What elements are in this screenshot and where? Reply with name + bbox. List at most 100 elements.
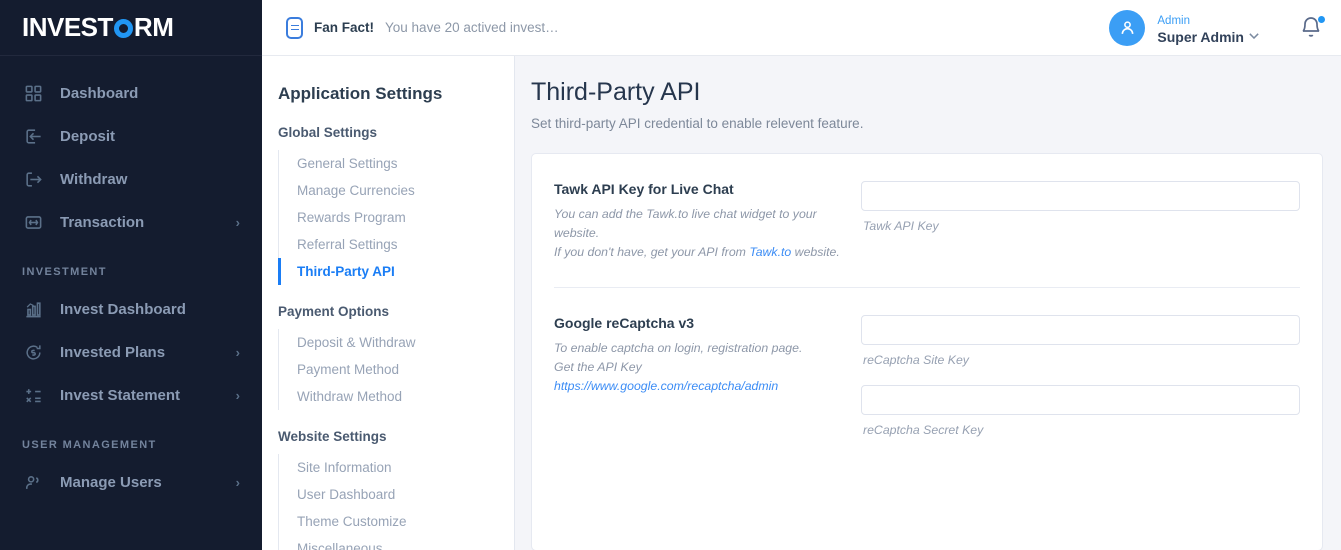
sidebar-caption-investment: INVESTMENT [22,266,107,278]
sidebar-item-label: Deposit [60,128,116,145]
settings-group-items-global: General Settings Manage Currencies Rewar… [278,150,514,285]
settings-group-title-payment: Payment Options [278,304,390,319]
sidebar-item-invest-dashboard[interactable]: Invest Dashboard [0,288,262,331]
recaptcha-help-line2-pre: Get the API Key [554,360,642,374]
deposit-icon [22,126,44,148]
tawk-api-field-group: Tawk API Key [861,181,1300,262]
app-root: INVEST RM Dashboard Deposit Withdraw Tra… [0,0,1341,550]
sidebar-item-label: Invested Plans [60,344,166,361]
recaptcha-site-key-caption: reCaptcha Site Key [863,353,969,367]
recaptcha-admin-link[interactable]: https://www.google.com/recaptcha/admin [554,379,778,393]
sidebar-item-label: Invest Dashboard [60,301,186,318]
recaptcha-site-key-input[interactable] [861,315,1300,345]
settings-group-items-website: Site Information User Dashboard Theme Cu… [278,454,514,550]
sidebar-item-label: Invest Statement [60,387,181,404]
transaction-icon [22,212,44,234]
chevron-right-icon: › [235,215,240,230]
chevron-right-icon: › [235,475,240,490]
main-content: Third-Party API Set third-party API cred… [515,56,1341,550]
user-meta: Admin Super Admin [1157,10,1259,46]
content-area: Fan Fact! You have 20 actived invest… Ad… [262,0,1341,550]
sidebar-item-label: Dashboard [60,85,139,102]
chevron-down-icon [1249,31,1259,43]
withdraw-icon [22,169,44,191]
settings-item-third-party-api[interactable]: Third-Party API [278,258,514,285]
recaptcha-help-line1: To enable captcha on login, registration… [554,341,803,355]
brand-logo: INVEST RM [22,12,174,43]
tawk-api-description: Tawk API Key for Live Chat You can add t… [554,181,861,262]
chevron-right-icon: › [235,345,240,360]
avatar [1109,9,1146,46]
sidebar-item-deposit[interactable]: Deposit [0,115,262,158]
topbar: Fan Fact! You have 20 actived invest… Ad… [262,0,1341,56]
user-name: Super Admin [1157,29,1259,46]
sidebar-item-manage-users[interactable]: Manage Users › [0,461,262,504]
sidebar-item-label: Transaction [60,214,145,231]
recaptcha-secret-key-caption: reCaptcha Secret Key [863,423,984,437]
page-subtitle: Set third-party API credential to enable… [531,116,864,131]
sidebar-item-invested-plans[interactable]: Invested Plans › [0,331,262,374]
recaptcha-secret-key-input[interactable] [861,385,1300,415]
document-icon [286,16,303,39]
settings-item-user-dashboard[interactable]: User Dashboard [278,481,514,508]
recaptcha-row: Google reCaptcha v3 To enable captcha on… [554,288,1300,437]
settings-item-referral-settings[interactable]: Referral Settings [278,231,514,258]
tawk-to-link[interactable]: Tawk.to [749,245,791,259]
tawk-help-line2-post: website. [791,245,840,259]
notification-bell-button[interactable] [1299,14,1326,43]
sidebar-item-withdraw[interactable]: Withdraw [0,158,262,201]
recaptcha-help: To enable captcha on login, registration… [554,339,847,396]
bar-chart-icon [22,299,44,321]
settings-item-rewards-program[interactable]: Rewards Program [278,204,514,231]
settings-group-title-website: Website Settings [278,429,387,444]
tawk-help-line1: You can add the Tawk.to live chat widget… [554,207,817,240]
brand-name-part1: INVEST [22,12,113,42]
settings-item-theme-customize[interactable]: Theme Customize [278,508,514,535]
tawk-api-row: Tawk API Key for Live Chat You can add t… [554,154,1300,262]
logo[interactable]: INVEST RM [0,0,262,56]
fan-fact-title: Fan Fact! [314,20,375,35]
body-row: Application Settings Global Settings Gen… [262,56,1341,550]
user-menu[interactable]: Admin Super Admin [1109,9,1326,46]
settings-panel-title: Application Settings [278,84,443,103]
settings-item-payment-method[interactable]: Payment Method [278,356,514,383]
user-name-text: Super Admin [1157,28,1244,45]
page-title: Third-Party API [531,78,701,106]
settings-item-miscellaneous[interactable]: Miscellaneous [278,535,514,550]
grid-icon [22,83,44,105]
fan-fact-text: You have 20 actived invest… [385,20,559,35]
refresh-dollar-icon [22,342,44,364]
settings-item-general-settings[interactable]: General Settings [278,150,514,177]
tawk-api-key-input[interactable] [861,181,1300,211]
tawk-help-line2-pre: If you don't have, get your API from [554,245,750,259]
fan-fact-notice: Fan Fact! You have 20 actived invest… [286,16,559,39]
settings-item-deposit-withdraw[interactable]: Deposit & Withdraw [278,329,514,356]
sidebar: INVEST RM Dashboard Deposit Withdraw Tra… [0,0,262,550]
calculator-icon [22,385,44,407]
recaptcha-label: Google reCaptcha v3 [554,315,695,331]
sidebar-item-invest-statement[interactable]: Invest Statement › [0,374,262,417]
brand-name-part2: RM [133,12,174,42]
settings-group-items-payment: Deposit & Withdraw Payment Method Withdr… [278,329,514,410]
tawk-api-label: Tawk API Key for Live Chat [554,181,734,197]
sidebar-item-dashboard[interactable]: Dashboard [0,72,262,115]
brand-o-ring-icon [113,19,133,38]
settings-item-site-information[interactable]: Site Information [278,454,514,481]
user-role: Admin [1157,14,1190,27]
tawk-api-key-caption: Tawk API Key [863,219,939,233]
settings-item-manage-currencies[interactable]: Manage Currencies [278,177,514,204]
sidebar-item-transaction[interactable]: Transaction › [0,201,262,244]
settings-group-title-global: Global Settings [278,125,378,140]
chevron-right-icon: › [235,388,240,403]
sidebar-item-label: Withdraw [60,171,128,188]
field-spacer [861,367,1300,385]
notification-badge-dot [1317,14,1326,24]
bell-icon [1299,16,1323,43]
sidebar-caption-user-management: USER MANAGEMENT [22,439,157,451]
settings-item-withdraw-method[interactable]: Withdraw Method [278,383,514,410]
sidebar-nav: Dashboard Deposit Withdraw Transaction ›… [0,56,262,504]
settings-nav-panel: Application Settings Global Settings Gen… [262,56,515,550]
users-icon [22,472,44,494]
tawk-api-help: You can add the Tawk.to live chat widget… [554,205,847,262]
third-party-api-card: Tawk API Key for Live Chat You can add t… [531,153,1323,550]
